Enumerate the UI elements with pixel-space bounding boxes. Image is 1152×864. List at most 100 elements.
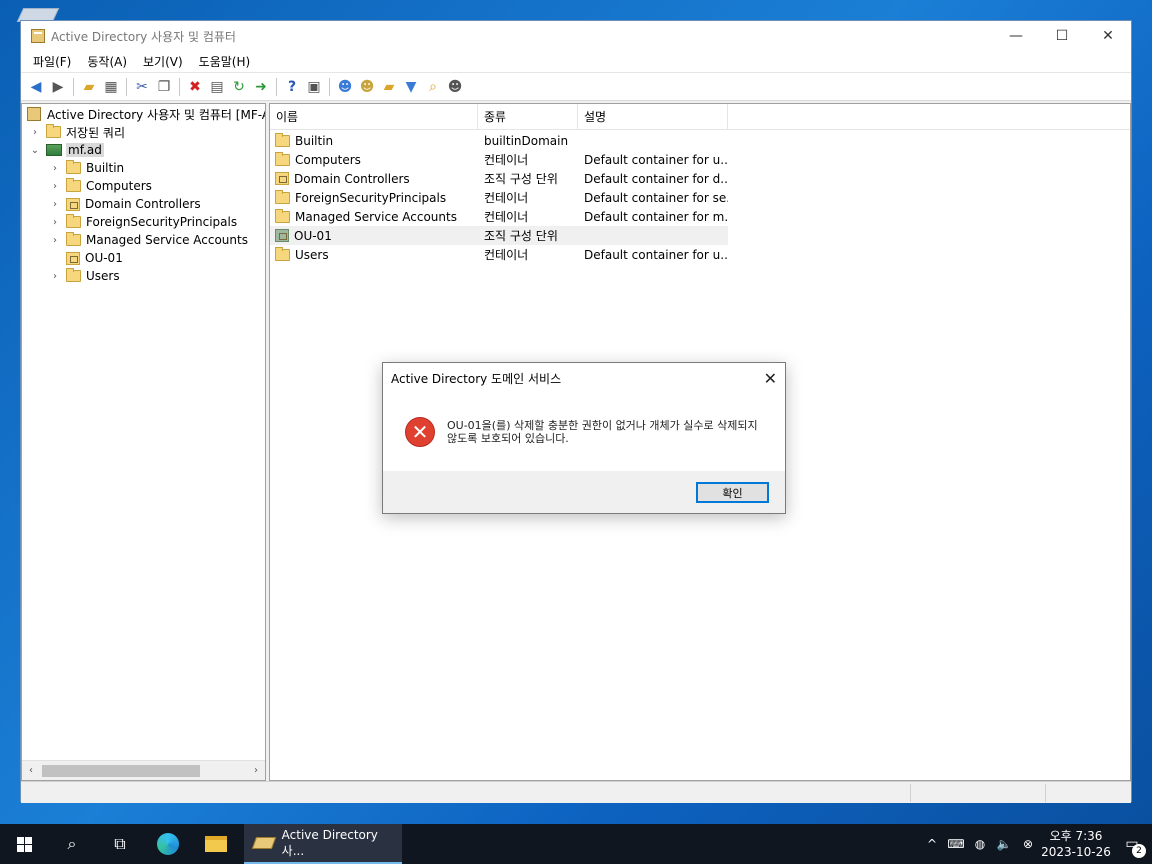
new-ou-icon[interactable]: ▰: [379, 77, 399, 97]
forward-arrow-icon[interactable]: ▶: [48, 77, 68, 97]
network-globe-icon[interactable]: ◍: [968, 837, 992, 851]
menu-action[interactable]: 동작(A): [79, 53, 135, 70]
notification-center-button[interactable]: ▭ 2: [1112, 836, 1152, 858]
chevron-right-icon[interactable]: ›: [48, 235, 62, 246]
ou-icon: [66, 251, 80, 265]
column-header-name[interactable]: 이름: [270, 104, 478, 129]
help-icon[interactable]: ?: [282, 77, 302, 97]
column-header-type[interactable]: 종류: [478, 104, 578, 129]
file-explorer-button[interactable]: [192, 824, 240, 864]
keyboard-icon[interactable]: ⌨: [944, 837, 968, 851]
row-description: Default container for m...: [584, 209, 728, 224]
export-list-icon[interactable]: ➜: [251, 77, 271, 97]
list-row[interactable]: Builtin builtinDomain: [270, 131, 1130, 150]
list-row[interactable]: Computers 컨테이너 Default container for u..…: [270, 150, 1130, 169]
chevron-up-icon[interactable]: ^: [920, 837, 944, 851]
close-button[interactable]: ✕: [1085, 21, 1131, 51]
tree-node-domain-controllers[interactable]: › Domain Controllers: [22, 195, 265, 213]
scroll-thumb[interactable]: [42, 764, 200, 777]
minimize-button[interactable]: —: [993, 21, 1039, 51]
row-name: Domain Controllers: [294, 171, 410, 186]
volume-muted-icon[interactable]: 🔈: [992, 837, 1016, 851]
tree-node-managed-service-accounts[interactable]: › Managed Service Accounts: [22, 231, 265, 249]
folder-icon: [66, 268, 81, 282]
tree-node-ou-01[interactable]: OU-01: [22, 249, 265, 267]
search-icon[interactable]: ⌕: [48, 824, 96, 864]
folder-icon: [66, 214, 81, 228]
tree-node-domain[interactable]: ⌄ mf.ad: [22, 141, 265, 159]
toolbar: ◀ ▶ ▰ ▦ ✂ ❐ ✖ ▤ ↻ ➜ ? ▣ ☻ ☻ ▰ ▼ ⌕ ☻: [21, 73, 1131, 101]
chevron-right-icon[interactable]: ›: [48, 181, 62, 192]
tree-label: 저장된 쿼리: [66, 125, 126, 140]
tree-node-users[interactable]: › Users: [22, 267, 265, 285]
menu-file[interactable]: 파일(F): [25, 53, 79, 70]
row-name: ForeignSecurityPrincipals: [295, 190, 447, 205]
row-name: OU-01: [294, 228, 332, 243]
start-button[interactable]: [0, 824, 48, 864]
aduc-root-icon: [27, 107, 41, 121]
chevron-right-icon[interactable]: ›: [28, 127, 42, 138]
up-folder-icon[interactable]: ▰: [79, 77, 99, 97]
chevron-right-icon[interactable]: ›: [48, 271, 62, 282]
tree-node-computers[interactable]: › Computers: [22, 177, 265, 195]
toolbar-separator: [179, 77, 180, 96]
find-icon[interactable]: ⌕: [423, 77, 443, 97]
chevron-right-icon[interactable]: ›: [48, 199, 62, 210]
task-view-icon[interactable]: ⧉: [96, 824, 144, 864]
tree-label: OU-01: [85, 251, 123, 265]
cut-icon[interactable]: ✂: [132, 77, 152, 97]
maximize-button[interactable]: ☐: [1039, 21, 1085, 51]
status-segment: [910, 784, 1045, 802]
row-type: 컨테이너: [484, 153, 529, 167]
chevron-right-icon[interactable]: ›: [48, 163, 62, 174]
horizontal-scrollbar[interactable]: ‹ ›: [22, 760, 265, 780]
filter-icon[interactable]: ▼: [401, 77, 421, 97]
list-row[interactable]: Managed Service Accounts 컨테이너 Default co…: [270, 207, 1130, 226]
add-to-group-icon[interactable]: ☻: [445, 77, 465, 97]
tree-label: Managed Service Accounts: [86, 233, 248, 247]
chevron-down-icon[interactable]: ⌄: [28, 145, 42, 156]
chevron-right-icon[interactable]: ›: [48, 217, 62, 228]
folder-icon: [275, 189, 290, 204]
tree-root[interactable]: Active Directory 사용자 및 컴퓨터 [MF-A: [22, 105, 265, 123]
delete-icon[interactable]: ✖: [185, 77, 205, 97]
refresh-icon[interactable]: ↻: [229, 77, 249, 97]
show-hide-pane-icon[interactable]: ▣: [304, 77, 324, 97]
copy-icon[interactable]: ❐: [154, 77, 174, 97]
back-arrow-icon[interactable]: ◀: [26, 77, 46, 97]
ok-button[interactable]: 확인: [696, 482, 769, 503]
list-row[interactable]: Domain Controllers 조직 구성 단위 Default cont…: [270, 169, 1130, 188]
console-tree-icon[interactable]: ▦: [101, 77, 121, 97]
list-row-selected[interactable]: OU-01 조직 구성 단위: [270, 226, 728, 245]
scroll-left-icon[interactable]: ‹: [22, 765, 40, 776]
tree-node-builtin[interactable]: › Builtin: [22, 159, 265, 177]
scroll-right-icon[interactable]: ›: [247, 765, 265, 776]
menu-view[interactable]: 보기(V): [135, 53, 191, 70]
new-group-icon[interactable]: ☻: [357, 77, 377, 97]
status-x-icon[interactable]: ⊗: [1016, 837, 1040, 851]
error-icon: ✕: [405, 417, 435, 447]
list-row[interactable]: Users 컨테이너 Default container for u...: [270, 245, 1130, 264]
column-header-description[interactable]: 설명: [578, 104, 728, 129]
status-bar: [21, 781, 1131, 803]
edge-browser-button[interactable]: [144, 824, 192, 864]
error-dialog: Active Directory 도메인 서비스 ✕ ✕ OU-01을(를) 삭…: [382, 362, 786, 514]
folder-icon: [66, 232, 81, 246]
new-user-icon[interactable]: ☻: [335, 77, 355, 97]
list-row[interactable]: ForeignSecurityPrincipals 컨테이너 Default c…: [270, 188, 1130, 207]
tree-label: Builtin: [86, 161, 125, 175]
row-name: Builtin: [295, 133, 334, 148]
row-description: Default container for u...: [584, 247, 728, 262]
tree-root-label: Active Directory 사용자 및 컴퓨터 [MF-A: [47, 107, 265, 122]
menu-help[interactable]: 도움말(H): [191, 53, 259, 70]
ou-icon: [275, 229, 289, 242]
taskbar-app-aduc[interactable]: Active Directory 사...: [244, 824, 402, 864]
clock-date: 2023-10-26: [1041, 845, 1111, 859]
taskbar-app-label: Active Directory 사...: [281, 827, 378, 858]
properties-icon[interactable]: ▤: [207, 77, 227, 97]
tree-node-foreign-security-principals[interactable]: › ForeignSecurityPrincipals: [22, 213, 265, 231]
tree-node-saved-queries[interactable]: › 저장된 쿼리: [22, 123, 265, 141]
clock[interactable]: 오후 7:36 2023-10-26: [1040, 828, 1112, 860]
console-tree: Active Directory 사용자 및 컴퓨터 [MF-A › 저장된 쿼…: [22, 104, 265, 759]
dialog-close-button[interactable]: ✕: [764, 369, 777, 388]
